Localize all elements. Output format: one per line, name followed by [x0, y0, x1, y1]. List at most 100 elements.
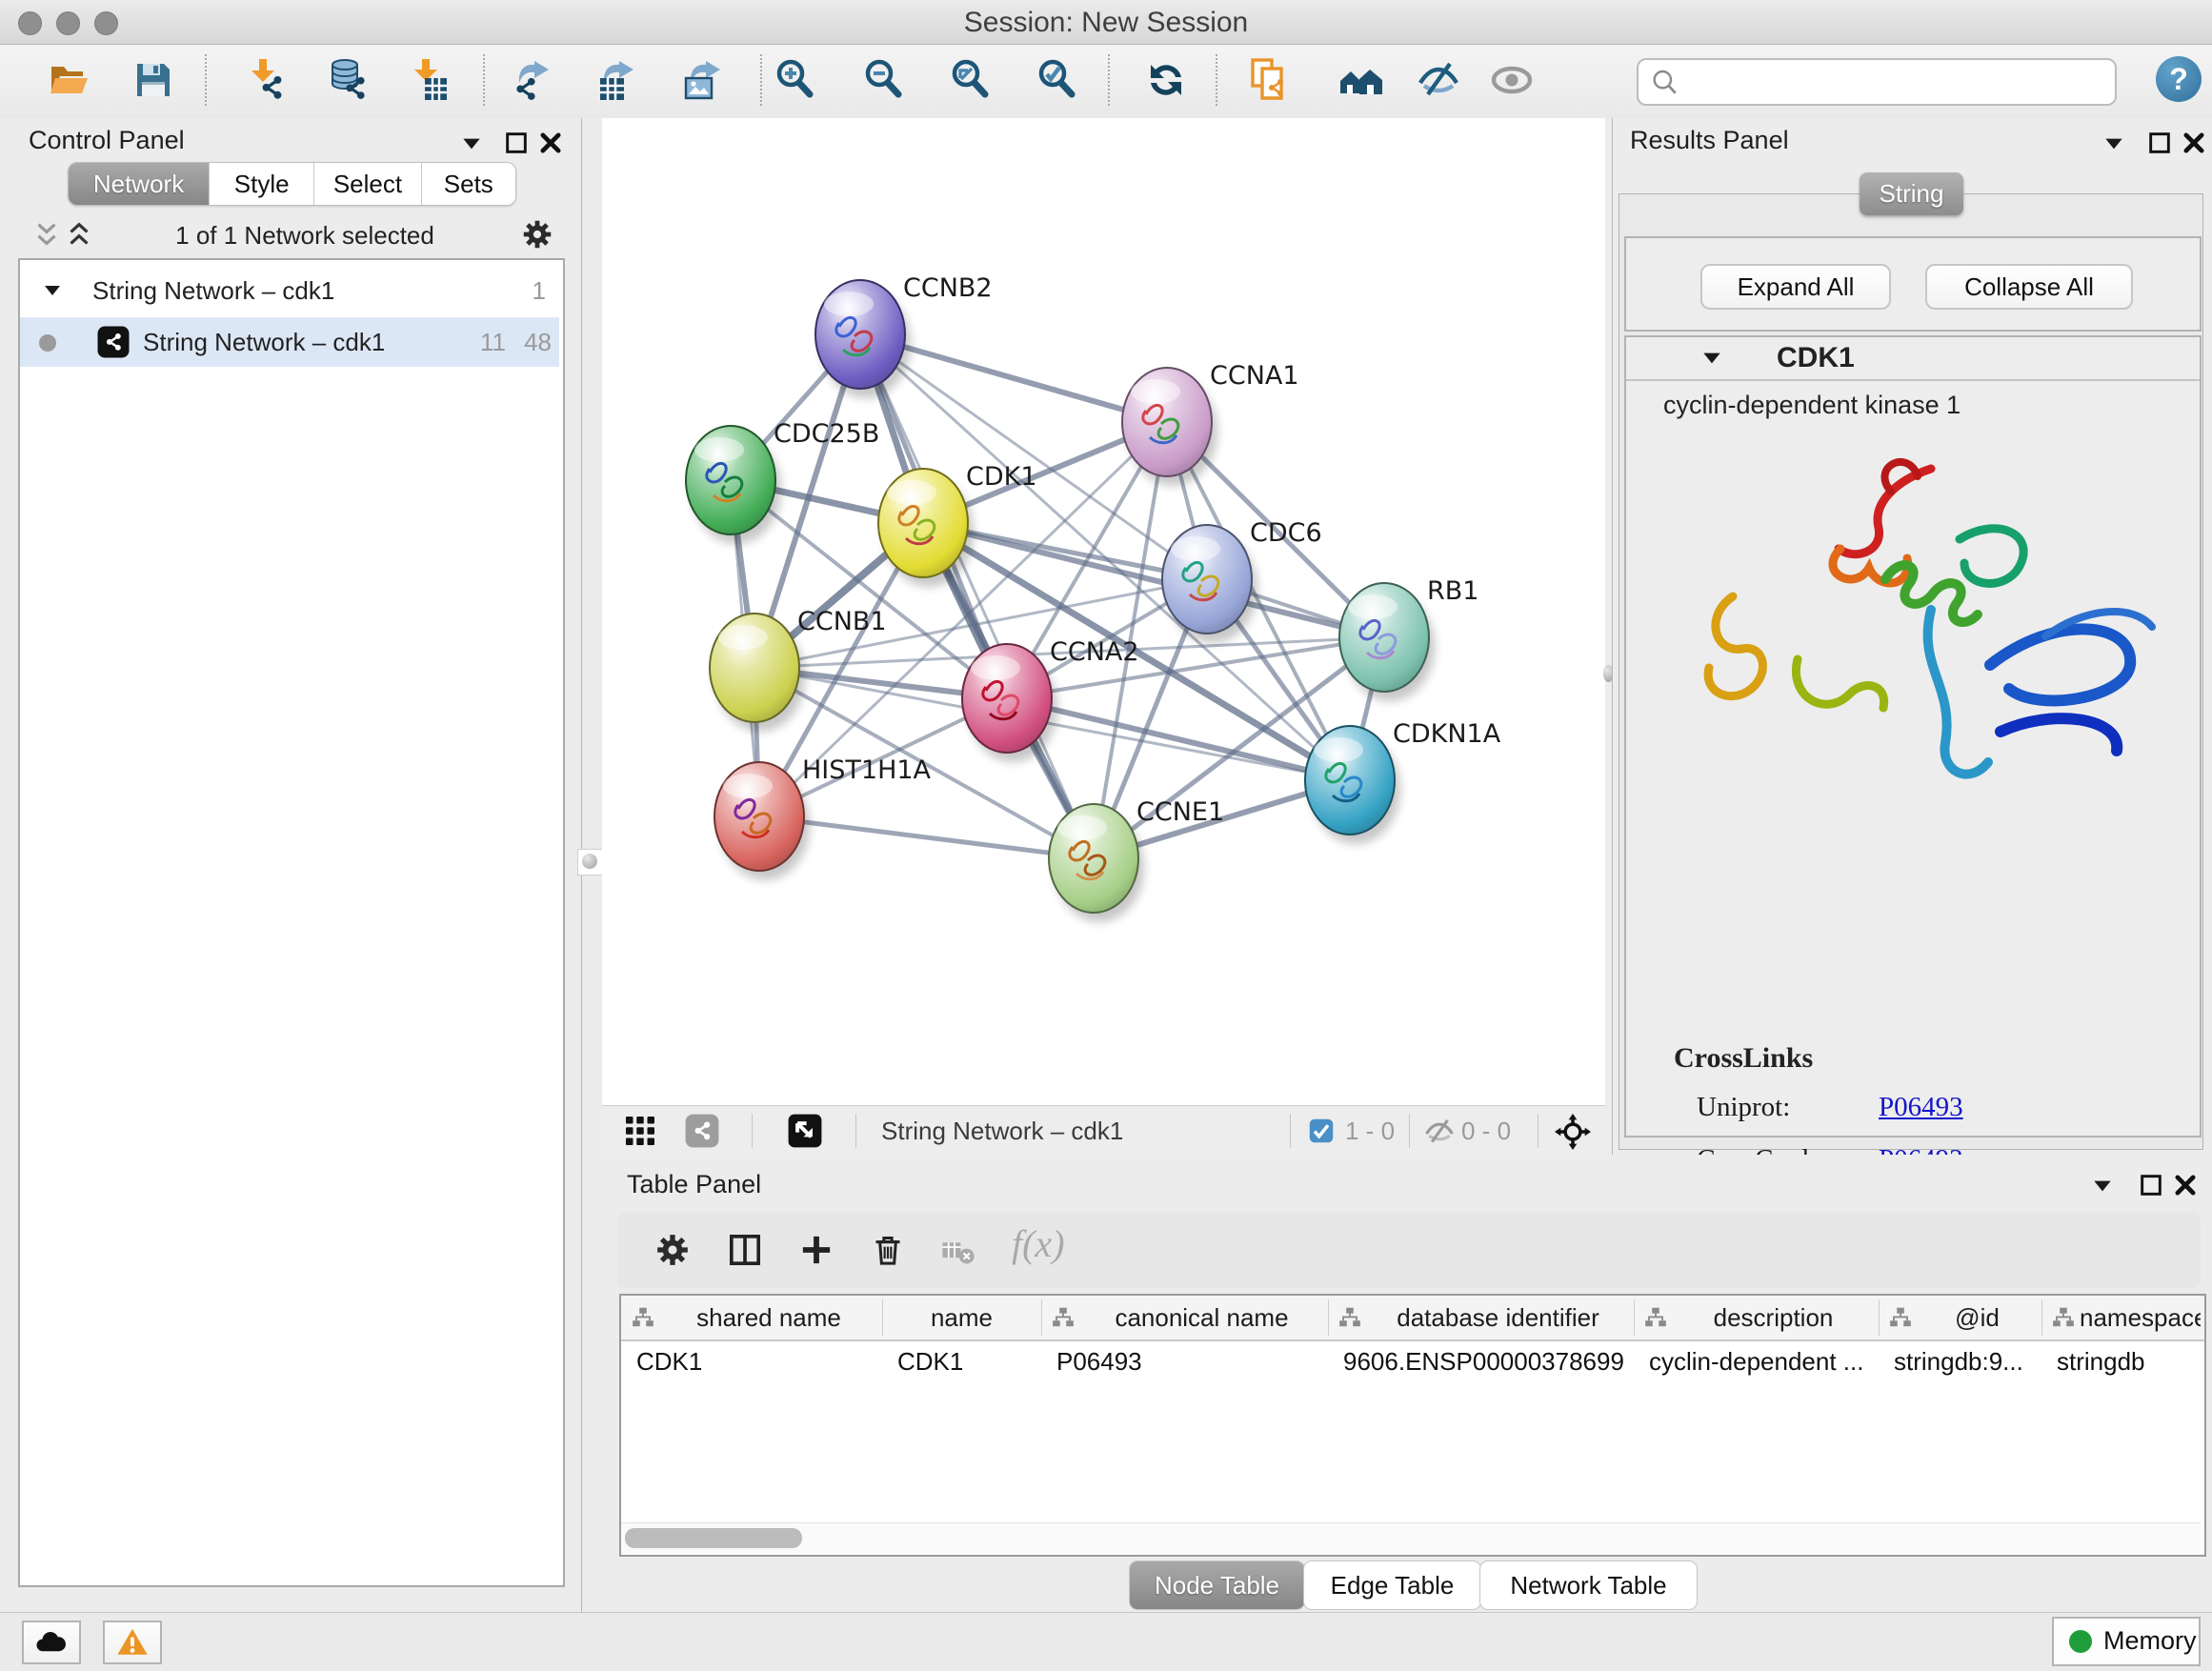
zoom-selected-icon[interactable] [1035, 57, 1080, 103]
column-header-canonical-name[interactable]: canonical name [1041, 1296, 1328, 1339]
network-view-toolbar: String Network – cdk1 1 - 0 0 - 0 [602, 1105, 1605, 1156]
table-cell[interactable]: cyclin-dependent ... [1649, 1347, 1875, 1385]
node-CCNB1[interactable]: CCNB1 [710, 607, 887, 732]
network-row-selected[interactable]: String Network – cdk1 11 48 [20, 317, 559, 367]
zoom-fit-icon[interactable] [948, 57, 994, 103]
hide-selected-icon[interactable] [1416, 57, 1461, 103]
collapse-all-button[interactable]: Collapse All [1925, 264, 2133, 310]
network-edge-count: 48 [524, 328, 552, 357]
gene-collapse-icon[interactable] [1699, 346, 1724, 371]
warnings-button[interactable] [103, 1621, 162, 1664]
results-panel-title: Results Panel [1630, 126, 1789, 155]
tree-expand-icon[interactable] [41, 279, 64, 302]
panel-close-icon[interactable] [537, 130, 564, 156]
view-grid-icon[interactable] [623, 1114, 657, 1148]
table-cell[interactable]: 9606.ENSP00000378699 [1343, 1347, 1630, 1385]
zoom-out-icon[interactable] [861, 57, 907, 103]
first-neighbors-icon[interactable] [1338, 57, 1384, 103]
left-splitter-handle[interactable] [577, 849, 604, 876]
table-close-icon[interactable] [2172, 1172, 2199, 1198]
expand-all-icon[interactable] [63, 219, 95, 252]
collapse-all-icon[interactable] [30, 219, 63, 252]
network-status-dot [39, 334, 56, 352]
status-bar: Memory [0, 1612, 2212, 1671]
tab-edge-table[interactable]: Edge Table [1303, 1560, 1481, 1610]
protein-structure-image [1645, 429, 2179, 829]
column-header-shared-name[interactable]: shared name [621, 1296, 882, 1339]
tab-string[interactable]: String [1860, 172, 1963, 215]
tab-style[interactable]: Style [210, 163, 314, 205]
save-session-icon[interactable] [131, 57, 176, 103]
table-cell[interactable]: stringdb [2057, 1347, 2201, 1385]
cloud-status-button[interactable] [22, 1621, 81, 1664]
import-network-icon[interactable] [242, 57, 288, 103]
network-view-title: String Network – cdk1 [881, 1117, 1123, 1146]
scrollbar-thumb[interactable] [625, 1528, 802, 1548]
export-table-icon[interactable] [593, 57, 639, 103]
crosslink-link[interactable]: P06493 [1879, 1092, 1963, 1123]
node-CCNB2[interactable]: CCNB2 [815, 273, 993, 398]
new-network-from-selection-icon[interactable] [1247, 57, 1293, 103]
apply-layout-icon[interactable] [1143, 57, 1189, 103]
results-float-icon[interactable] [2146, 130, 2173, 156]
table-float-icon[interactable] [2138, 1172, 2164, 1198]
table-settings-gear-icon[interactable] [654, 1231, 692, 1269]
import-database-icon[interactable] [324, 57, 370, 103]
add-column-icon[interactable] [797, 1231, 835, 1269]
memory-button[interactable]: Memory [2052, 1617, 2201, 1666]
table-cell[interactable]: P06493 [1056, 1347, 1324, 1385]
column-header-database-identifier[interactable]: database identifier [1328, 1296, 1634, 1339]
table-menu-icon[interactable] [2090, 1174, 2115, 1198]
table-cell[interactable]: CDK1 [897, 1347, 1037, 1385]
column-header-namespace[interactable]: namespace [2041, 1296, 2204, 1339]
network-selection-status: 1 of 1 Network selected [114, 221, 495, 251]
panel-menu-icon[interactable] [459, 131, 484, 156]
tab-network[interactable]: Network [69, 163, 210, 205]
selected-indicator-icon[interactable] [1308, 1117, 1335, 1144]
table-cell[interactable]: CDK1 [636, 1347, 878, 1385]
right-splitter[interactable] [1605, 118, 1612, 1155]
export-network-icon[interactable] [509, 57, 554, 103]
gene-card-header[interactable]: CDK1 [1626, 337, 2200, 381]
expand-all-button[interactable]: Expand All [1700, 264, 1891, 310]
column-header-description[interactable]: description [1634, 1296, 1879, 1339]
birds-eye-view-icon[interactable] [1555, 1114, 1591, 1150]
search-input[interactable] [1688, 64, 2101, 98]
tab-network-table[interactable]: Network Table [1479, 1560, 1698, 1610]
node-CDKN1A[interactable]: CDKN1A [1305, 719, 1501, 844]
view-network-icon[interactable] [684, 1113, 720, 1149]
tab-sets[interactable]: Sets [422, 163, 515, 205]
results-menu-icon[interactable] [2101, 131, 2126, 156]
zoom-in-icon[interactable] [773, 57, 818, 103]
network-node-count: 11 [480, 328, 506, 357]
table-cell[interactable]: stringdb:9... [1894, 1347, 2038, 1385]
tab-select[interactable]: Select [314, 163, 421, 205]
node-CDK1[interactable]: CDK1 [878, 462, 1037, 587]
panel-float-icon[interactable] [503, 130, 530, 156]
help-button[interactable]: ? [2156, 56, 2202, 102]
selected-counts: 1 - 0 [1345, 1117, 1395, 1146]
node-HIST1H1A[interactable]: HIST1H1A [714, 755, 932, 880]
column-header-name[interactable]: name [882, 1296, 1041, 1339]
export-image-icon[interactable] [680, 57, 726, 103]
detach-view-icon[interactable] [787, 1113, 823, 1149]
node-RB1[interactable]: RB1 [1339, 576, 1478, 701]
show-columns-icon[interactable] [726, 1231, 764, 1269]
node-CDC6[interactable]: CDC6 [1162, 518, 1322, 643]
table-horizontal-scrollbar[interactable] [621, 1522, 2201, 1554]
node-CDC25B[interactable]: CDC25B [686, 419, 879, 544]
column-header-@id[interactable]: @id [1879, 1296, 2041, 1339]
node-CCNE1[interactable]: CCNE1 [1049, 797, 1224, 922]
network-collection-row[interactable]: String Network – cdk1 1 [20, 268, 559, 315]
hidden-indicator-icon[interactable] [1423, 1116, 1456, 1148]
title-bar: Session: New Session [0, 0, 2212, 45]
open-file-icon[interactable] [47, 57, 92, 103]
network-canvas[interactable]: CCNB2 CCNA1 CDC25B CDK1 CDC6 [602, 118, 1605, 1105]
tab-node-table[interactable]: Node Table [1129, 1560, 1305, 1610]
search-field[interactable] [1637, 58, 2117, 106]
results-close-icon[interactable] [2181, 130, 2207, 156]
delete-column-icon[interactable] [869, 1231, 907, 1269]
show-all-icon[interactable] [1489, 57, 1535, 103]
network-options-gear-icon[interactable] [520, 217, 554, 252]
import-table-icon[interactable] [404, 57, 450, 103]
